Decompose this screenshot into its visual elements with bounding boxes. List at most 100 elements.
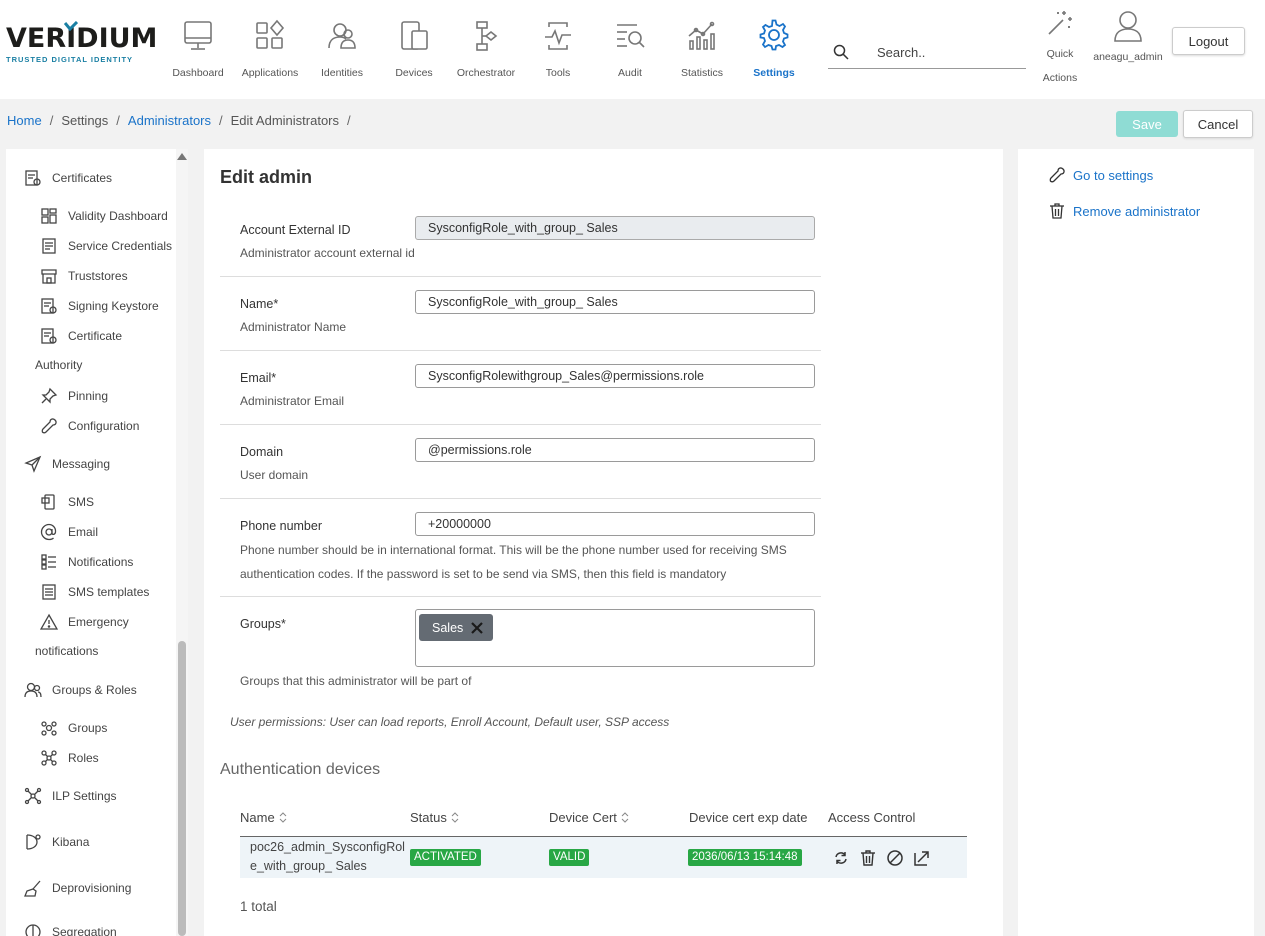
group-chip: Sales (419, 614, 494, 641)
nav-settings[interactable]: Settings (738, 0, 810, 99)
remove-administrator-link[interactable]: Remove administrator (1048, 202, 1200, 220)
ilp-network-icon (24, 787, 42, 805)
scroll-up-arrow-icon[interactable] (177, 153, 187, 160)
nav-label: Settings (753, 67, 795, 79)
col-header-device-cert[interactable]: Device Cert (549, 810, 629, 825)
sidebar-item-label: Groups & Roles (52, 683, 137, 697)
sidebar-item-email[interactable]: Email (40, 523, 98, 541)
nav-dashboard[interactable]: Dashboard (162, 0, 234, 99)
sidebar-item-certificate-authority[interactable]: Certificate (40, 327, 122, 345)
trash-icon (1050, 203, 1064, 219)
remove-administrator-label: Remove administrator (1073, 203, 1201, 219)
sidebar-item-kibana[interactable]: Kibana (24, 833, 89, 851)
device-cert-badge: VALID (549, 849, 590, 866)
sidebar-item-service-credentials[interactable]: Service Credentials (40, 237, 172, 255)
close-icon[interactable] (471, 621, 484, 634)
sidebar-item-roles[interactable]: Roles (40, 749, 99, 767)
sidebar-item-notifications[interactable]: Notifications (40, 553, 133, 571)
statistics-icon (688, 21, 715, 50)
sidebar-item-label: Service Credentials (68, 239, 173, 253)
breadcrumb-administrators[interactable]: Administrators (128, 113, 211, 128)
cancel-button[interactable]: Cancel (1183, 110, 1253, 138)
sidebar-item-label-cont: Authority (35, 358, 83, 372)
sidebar-item-groups-roles[interactable]: Groups & Roles (24, 681, 137, 699)
quick-actions[interactable]: Quick Actions (1038, 8, 1082, 90)
domain-input[interactable] (415, 438, 815, 462)
logout-button[interactable]: Logout (1172, 27, 1245, 55)
account-id-label: Account External ID (240, 223, 351, 237)
sidebar-item-emergency-notifications[interactable]: Emergency (40, 613, 129, 631)
trash-icon[interactable] (859, 849, 877, 867)
groups-multiselect[interactable]: Sales (415, 609, 815, 667)
email-label: Email* (240, 371, 277, 385)
nav-tools[interactable]: Tools (522, 0, 594, 99)
magic-wand-icon (1048, 11, 1072, 35)
sidebar-item-label: Validity Dashboard (68, 209, 168, 223)
sidebar-item-pinning[interactable]: Pinning (40, 387, 108, 405)
col-header-label: Access Control (828, 810, 916, 825)
block-icon[interactable] (886, 849, 904, 867)
nav-devices[interactable]: Devices (378, 0, 450, 99)
account-id-input (415, 216, 815, 240)
sidebar-item-groups[interactable]: Groups (40, 719, 107, 737)
sidebar-item-sms-templates[interactable]: SMS templates (40, 583, 149, 601)
col-header-label: Device cert exp date (689, 810, 808, 825)
sidebar-item-messaging[interactable]: Messaging (24, 455, 110, 473)
scrollbar-thumb[interactable] (178, 641, 186, 936)
auth-devices-title: Authentication devices (220, 761, 381, 778)
sidebar-item-configuration[interactable]: Configuration (40, 417, 139, 435)
breadcrumb-sep: / (347, 113, 351, 128)
certificate-icon (25, 170, 41, 186)
sidebar-item-validity-dashboard[interactable]: Validity Dashboard (40, 207, 168, 225)
warning-icon (40, 613, 58, 630)
quick-actions-label: Quick Actions (1042, 48, 1078, 84)
email-input[interactable] (415, 364, 815, 388)
sidebar-item-segregation[interactable]: Segregation (24, 923, 117, 936)
sidebar-item-sms[interactable]: SMS (40, 493, 94, 511)
exp-date-badge: 2036/06/13 15:14:48 (688, 849, 802, 866)
sidebar-item-label: Kibana (52, 835, 90, 849)
sidebar-item-deprovisioning[interactable]: Deprovisioning (24, 879, 131, 897)
certificate-authority-icon (41, 328, 57, 344)
name-input[interactable] (415, 290, 815, 314)
col-header-exp-date: Device cert exp date (689, 810, 808, 825)
name-label: Name* (240, 297, 279, 311)
sidebar-scrollbar[interactable] (176, 149, 188, 936)
nav-statistics[interactable]: Statistics (666, 0, 738, 99)
go-to-settings-link[interactable]: Go to settings (1048, 166, 1153, 184)
sidebar-item-signing-keystore[interactable]: Signing Keystore (40, 297, 159, 315)
col-header-name[interactable]: Name (240, 810, 287, 825)
refresh-icon[interactable] (832, 849, 850, 867)
phone-input[interactable] (415, 512, 815, 536)
nav-identities[interactable]: Identities (306, 0, 378, 99)
email-help: Administrator Email (240, 394, 345, 408)
veridium-logo[interactable]: VERIDIUM TRUSTED DIGITAL IDENTITY (6, 21, 157, 72)
user-menu[interactable]: aneagu_admin (1090, 10, 1166, 63)
sidebar-item-label: Certificate (68, 329, 123, 343)
users-icon (24, 682, 42, 698)
sidebar-item-certificates[interactable]: Certificates (24, 169, 112, 187)
search-input[interactable] (877, 44, 1017, 60)
status-badge: ACTIVATED (410, 849, 481, 866)
nav-orchestrator[interactable]: Orchestrator (450, 0, 522, 99)
sidebar-item-label: SMS (68, 495, 95, 509)
orchestrator-icon (476, 21, 498, 51)
domain-label: Domain (240, 445, 284, 459)
kibana-icon (26, 834, 41, 850)
col-header-status[interactable]: Status (410, 810, 459, 825)
nav-audit[interactable]: Audit (594, 0, 666, 99)
sort-icon (621, 812, 629, 823)
nav-label: Orchestrator (456, 67, 516, 79)
nav-applications[interactable]: Applications (234, 0, 306, 99)
user-permissions-text: User permissions: User can load reports,… (230, 715, 670, 729)
sidebar-item-truststores[interactable]: Truststores (40, 267, 128, 285)
sidebar-item-ilp-settings[interactable]: ILP Settings (24, 787, 117, 805)
save-button[interactable]: Save (1116, 111, 1178, 137)
nav-label: Applications (241, 67, 299, 79)
breadcrumb-home[interactable]: Home (7, 113, 42, 128)
phone-help: Phone number should be in international … (240, 543, 787, 581)
top-bar: VERIDIUM TRUSTED DIGITAL IDENTITY Dashbo… (0, 0, 1265, 99)
account-id-help: Administrator account external id (240, 246, 415, 260)
nav-label: Tools (545, 67, 571, 79)
external-link-icon[interactable] (913, 849, 931, 867)
